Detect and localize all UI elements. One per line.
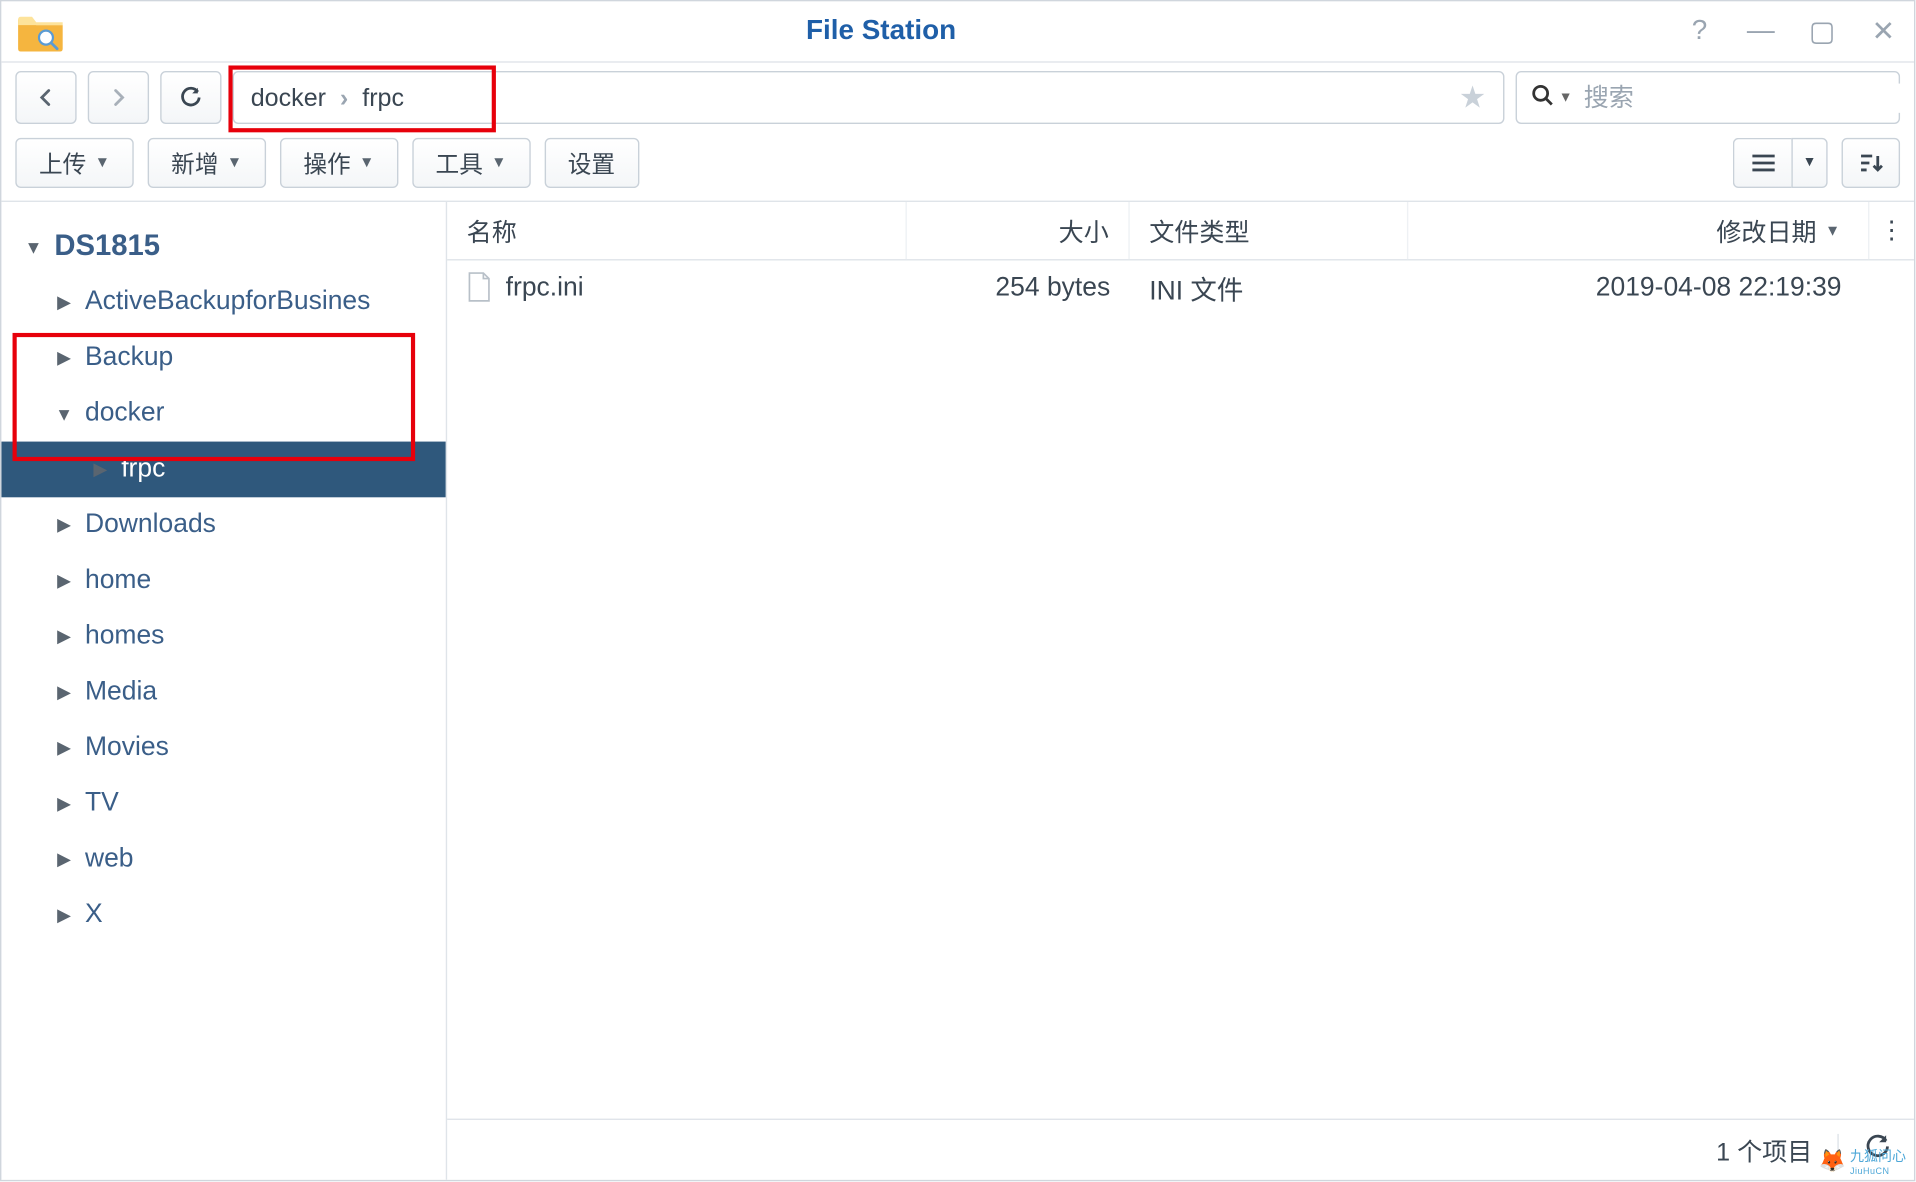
tree-item-label: homes — [85, 621, 164, 652]
file-date: 2019-04-08 22:19:39 — [1408, 260, 1869, 316]
file-name: frpc.ini — [506, 273, 584, 304]
back-button[interactable] — [15, 71, 76, 124]
nav-bar: docker › frpc ★ ▼ — [1, 63, 1914, 133]
caret-right-icon: ▶ — [88, 458, 113, 480]
caret-right-icon: ▶ — [52, 570, 77, 592]
status-refresh-button[interactable] — [1864, 1132, 1892, 1168]
search-icon — [1531, 83, 1553, 112]
upload-button[interactable]: 上传▼ — [15, 137, 133, 187]
caret-right-icon: ▶ — [52, 625, 77, 647]
status-item-count: 1 个项目 — [1716, 1132, 1812, 1168]
settings-button[interactable]: 设置 — [544, 137, 639, 187]
caret-right-icon: ▶ — [52, 904, 77, 926]
column-header-name[interactable]: 名称 — [447, 202, 907, 259]
tree-item-label: Backup — [85, 343, 173, 374]
forward-button[interactable] — [88, 71, 149, 124]
column-header-type[interactable]: 文件类型 — [1130, 202, 1409, 259]
file-rows-container: frpc.ini 254 bytesINI 文件2019-04-08 22:19:… — [447, 260, 1914, 1118]
close-button[interactable]: ✕ — [1867, 15, 1900, 48]
file-size: 254 bytes — [907, 260, 1130, 316]
file-list-pane: 名称 大小 文件类型 修改日期▼ ⋮ frpc.ini 254 bytesINI … — [447, 202, 1914, 1180]
tree-item-movies[interactable]: ▶ Movies — [1, 720, 445, 776]
caret-right-icon: ▶ — [52, 347, 77, 369]
caret-down-icon: ▼ — [52, 403, 77, 424]
caret-right-icon: ▶ — [52, 848, 77, 870]
list-view-button[interactable] — [1733, 137, 1792, 187]
file-type: INI 文件 — [1130, 260, 1409, 316]
refresh-button[interactable] — [160, 71, 221, 124]
chevron-right-icon: › — [340, 83, 348, 112]
breadcrumb-segment-2[interactable]: frpc — [362, 83, 404, 112]
tree-item-frpc[interactable]: ▶ frpc — [1, 442, 445, 498]
tree-item-activebackupforbusines[interactable]: ▶ ActiveBackupforBusines — [1, 274, 445, 330]
tree-item-label: Media — [85, 677, 157, 708]
tree-item-label: frpc — [121, 454, 165, 485]
caret-right-icon: ▶ — [52, 793, 77, 815]
tree-item-label: ActiveBackupforBusines — [85, 287, 370, 318]
create-button[interactable]: 新增▼ — [148, 137, 266, 187]
search-dropdown-caret[interactable]: ▼ — [1559, 90, 1573, 105]
window-controls: ? — ▢ ✕ — [1683, 15, 1900, 48]
view-mode-split-button: ▼ — [1733, 137, 1828, 187]
breadcrumb-bar[interactable]: docker › frpc ★ — [233, 71, 1505, 124]
tree-item-label: web — [85, 844, 134, 875]
folder-tree-sidebar: ▼ DS1815 ▶ ActiveBackupforBusines ▶ Backup ▼… — [1, 202, 447, 1180]
caret-right-icon: ▶ — [52, 737, 77, 759]
caret-down-icon: ▼ — [227, 154, 242, 171]
search-bar[interactable]: ▼ — [1516, 71, 1900, 124]
tree-item-tv[interactable]: ▶ TV — [1, 776, 445, 832]
tree-item-label: Movies — [85, 733, 169, 764]
tree-item-label: X — [85, 900, 103, 931]
favorite-star-icon[interactable]: ★ — [1459, 79, 1486, 115]
tree-item-backup[interactable]: ▶ Backup — [1, 330, 445, 386]
tools-button[interactable]: 工具▼ — [412, 137, 530, 187]
file-station-window: File Station ? — ▢ ✕ docker › frpc ★ ▼ 上… — [0, 0, 1915, 1181]
tree-item-homes[interactable]: ▶ homes — [1, 609, 445, 665]
maximize-button[interactable]: ▢ — [1805, 15, 1838, 48]
tree-item-label: home — [85, 566, 151, 597]
help-button[interactable]: ? — [1683, 15, 1716, 48]
status-separator — [1837, 1133, 1838, 1166]
body-area: ▼ DS1815 ▶ ActiveBackupforBusines ▶ Backup ▼… — [1, 202, 1914, 1180]
titlebar: File Station ? — ▢ ✕ — [1, 1, 1914, 62]
tree-item-docker[interactable]: ▼ docker — [1, 386, 445, 442]
caret-down-icon: ▼ — [21, 236, 46, 257]
caret-right-icon: ▶ — [52, 681, 77, 703]
caret-down-icon: ▼ — [359, 154, 374, 171]
window-title: File Station — [79, 15, 1682, 47]
toolbar: 上传▼ 新增▼ 操作▼ 工具▼ 设置 ▼ — [1, 132, 1914, 202]
tree-item-label: docker — [85, 398, 164, 429]
sort-caret-icon: ▼ — [1825, 222, 1840, 239]
view-mode-dropdown[interactable]: ▼ — [1791, 137, 1827, 187]
tree-item-web[interactable]: ▶ web — [1, 832, 445, 888]
file-icon — [467, 272, 495, 305]
breadcrumb-segment-1[interactable]: docker — [251, 83, 326, 112]
column-header-size[interactable]: 大小 — [907, 202, 1130, 259]
tree-item-media[interactable]: ▶ Media — [1, 664, 445, 720]
tree-item-label: Downloads — [85, 510, 216, 541]
search-input[interactable] — [1584, 83, 1907, 112]
tree-item-x[interactable]: ▶X — [1, 887, 445, 943]
caret-right-icon: ▶ — [52, 514, 77, 536]
file-row[interactable]: frpc.ini 254 bytesINI 文件2019-04-08 22:19:… — [447, 260, 1914, 316]
column-menu-button[interactable]: ⋮ — [1869, 202, 1914, 259]
action-button[interactable]: 操作▼ — [280, 137, 398, 187]
app-folder-icon — [15, 10, 65, 52]
caret-down-icon: ▼ — [491, 154, 506, 171]
caret-down-icon: ▼ — [95, 154, 110, 171]
tree-root[interactable]: ▼ DS1815 — [1, 219, 445, 275]
status-bar: 1 个项目 — [447, 1119, 1914, 1180]
tree-item-home[interactable]: ▶ home — [1, 553, 445, 609]
caret-right-icon: ▶ — [52, 291, 77, 313]
tree-item-downloads[interactable]: ▶ Downloads — [1, 497, 445, 553]
minimize-button[interactable]: — — [1744, 15, 1777, 48]
tree-item-label: TV — [85, 788, 119, 819]
column-header-row: 名称 大小 文件类型 修改日期▼ ⋮ — [447, 202, 1914, 261]
sort-button[interactable] — [1842, 137, 1901, 187]
column-header-date[interactable]: 修改日期▼ — [1408, 202, 1869, 259]
